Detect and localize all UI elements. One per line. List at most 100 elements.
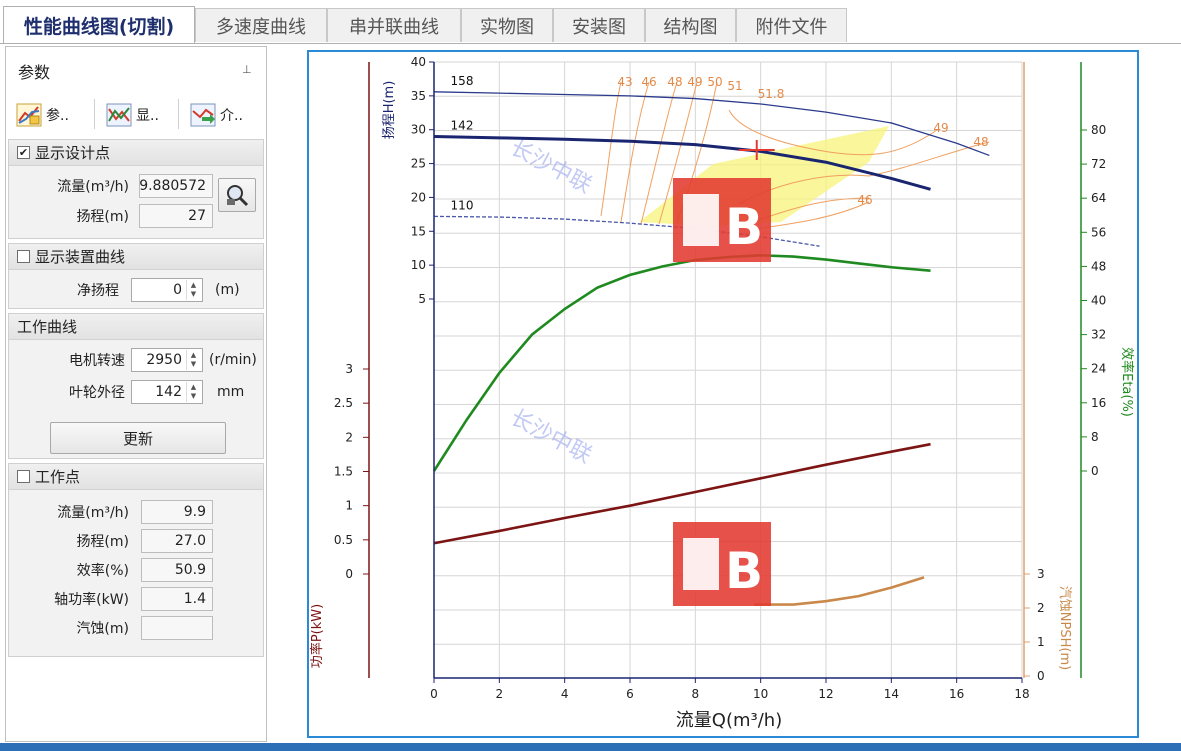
- work-flow-label: 流量(m³/h): [57, 505, 129, 521]
- tool-medium-button[interactable]: 介..: [190, 99, 243, 131]
- head-tick-label: 25: [411, 157, 426, 171]
- tool-parameter-button[interactable]: 参..: [16, 99, 69, 131]
- magnifier-button[interactable]: [218, 178, 256, 212]
- eta-tick-label: 0: [1091, 464, 1099, 478]
- parameter-panel: 参数 ⊥ 参.. 显.. 介.. ✔ 显示设计点 流量(m³/h) 9.8805…: [5, 46, 267, 742]
- eta-axis-title: 效率Eta(%): [1119, 347, 1135, 417]
- tab-installation-drawing[interactable]: 安装图: [553, 8, 645, 42]
- power-tick-label: 0.5: [334, 533, 353, 547]
- zlb-logo: B: [673, 522, 771, 606]
- iso-efficiency-line: [600, 81, 622, 217]
- head-curve-label: 110: [451, 198, 474, 212]
- iso-efficiency-label: 46: [641, 75, 656, 89]
- static-head-stepper[interactable]: 0 ▲ ▼: [131, 278, 203, 302]
- motor-speed-row: 电机转速 2950 ▲ ▼ (r/min): [13, 348, 257, 372]
- tab-performance-curve[interactable]: 性能曲线图(切割): [3, 6, 195, 44]
- device-curve-header[interactable]: 显示装置曲线: [9, 244, 263, 270]
- design-flow-value[interactable]: 9.880572: [139, 174, 213, 198]
- tool-display-button[interactable]: 显..: [106, 99, 159, 131]
- static-head-value: 0: [173, 282, 182, 298]
- power-tick-label: 1.5: [334, 465, 353, 479]
- design-point-header[interactable]: ✔ 显示设计点: [9, 140, 263, 166]
- watermark-text: 长沙中联: [506, 405, 595, 468]
- impeller-stepper[interactable]: 142 ▲ ▼: [131, 380, 203, 404]
- tool-label: 介..: [220, 108, 243, 124]
- x-tick-label: 6: [626, 687, 634, 701]
- device-curve-checkbox[interactable]: [17, 250, 30, 263]
- work-npsh-value: [141, 616, 213, 640]
- tab-label: 多速度曲线: [216, 16, 306, 38]
- panel-title: 参数: [18, 63, 51, 82]
- tab-underline: [0, 43, 1181, 44]
- tool-label: 参..: [46, 108, 69, 124]
- design-head-value[interactable]: 27: [139, 204, 213, 228]
- eta-tick-label: 32: [1091, 328, 1106, 342]
- device-curve-label: 显示装置曲线: [35, 248, 126, 266]
- update-button[interactable]: 更新: [50, 422, 226, 454]
- device-curve-group: 显示装置曲线 净扬程 0 ▲ ▼ (m): [8, 243, 264, 309]
- static-head-row: 净扬程 0 ▲ ▼ (m): [13, 278, 240, 302]
- motor-speed-label: 电机转速: [69, 353, 125, 369]
- work-point-checkbox[interactable]: [17, 470, 30, 483]
- design-point-group: ✔ 显示设计点 流量(m³/h) 9.880572 扬程(m) 27: [8, 139, 264, 239]
- x-tick-label: 12: [818, 687, 833, 701]
- iso-efficiency-label: 51.8: [758, 87, 785, 101]
- eta-tick-label: 80: [1091, 123, 1106, 137]
- x-tick-label: 18: [1014, 687, 1029, 701]
- work-curve-label: 工作曲线: [17, 318, 78, 336]
- zlb-logo: B: [673, 178, 771, 262]
- eta-tick-label: 16: [1091, 396, 1106, 410]
- chart-axes: 0 2 4 6 8 10 12 14 16 18流量Q(m³/h)510152025303540扬…: [309, 55, 1135, 731]
- x-tick-label: 16: [949, 687, 964, 701]
- x-tick-label: 4: [561, 687, 569, 701]
- tab-bar: 性能曲线图(切割) 多速度曲线 串并联曲线 实物图 安装图 结构图 附件文件: [0, 0, 1181, 44]
- npsh-tick-label: 2: [1037, 601, 1045, 615]
- tab-attachments[interactable]: 附件文件: [736, 8, 847, 42]
- tab-label: 实物图: [480, 16, 534, 38]
- tool-label: 显..: [136, 108, 159, 124]
- work-point-header[interactable]: 工作点: [9, 464, 263, 490]
- iso-efficiency-label: 50: [707, 75, 722, 89]
- x-tick-label: 8: [692, 687, 700, 701]
- tab-series-parallel-curve[interactable]: 串并联曲线: [327, 8, 461, 42]
- eta-tick-label: 48: [1091, 259, 1106, 273]
- pin-icon[interactable]: ⊥: [242, 63, 252, 76]
- x-tick-label: 10: [753, 687, 768, 701]
- iso-efficiency-label: 46: [857, 193, 872, 207]
- work-npsh-label: 汽蚀(m): [76, 621, 129, 637]
- motor-speed-stepper[interactable]: 2950 ▲ ▼: [131, 348, 203, 372]
- tab-structure-drawing[interactable]: 结构图: [645, 8, 736, 42]
- work-point-row: 流量(m³/h) 9.9: [13, 500, 213, 524]
- work-point-row: 轴功率(kW) 1.4: [13, 587, 213, 611]
- work-point-row: 效率(%) 50.9: [13, 558, 213, 582]
- npsh-tick-label: 3: [1037, 567, 1045, 581]
- logo-letter: B: [725, 198, 763, 256]
- spinner-arrows-icon[interactable]: ▲ ▼: [186, 280, 200, 300]
- x-tick-label: 0: [430, 687, 438, 701]
- head-curve-label: 142: [451, 118, 474, 132]
- design-point-checkbox[interactable]: ✔: [17, 146, 30, 159]
- head-axis-title: 扬程H(m): [382, 81, 397, 140]
- work-head-label: 扬程(m): [76, 534, 129, 550]
- design-flow-label: 流量(m³/h): [57, 179, 129, 195]
- tab-label: 附件文件: [755, 16, 828, 38]
- tab-product-photo[interactable]: 实物图: [461, 8, 553, 42]
- motor-speed-unit: (r/min): [209, 352, 257, 368]
- work-point-row: 扬程(m) 27.0: [13, 529, 213, 553]
- impeller-row: 叶轮外径 142 ▲ ▼ mm: [13, 380, 244, 404]
- spinner-arrows-icon[interactable]: ▲ ▼: [186, 350, 200, 370]
- work-head-value: 27.0: [141, 529, 213, 553]
- design-head-row: 扬程(m) 27: [13, 204, 213, 228]
- power-tick-label: 2: [345, 430, 353, 444]
- head-tick-label: 20: [411, 190, 426, 204]
- work-point-row: 汽蚀(m): [13, 616, 213, 640]
- tab-multi-speed-curve[interactable]: 多速度曲线: [195, 8, 327, 42]
- work-shaft-power-label: 轴功率(kW): [54, 592, 129, 608]
- impeller-label: 叶轮外径: [69, 385, 125, 401]
- performance-chart[interactable]: 长沙中联 长沙中联 43 46 48 49 50 5151.8494846 1581421…: [309, 52, 1137, 736]
- iso-efficiency-label: 48: [973, 135, 988, 149]
- npsh-tick-label: 0: [1037, 669, 1045, 683]
- iso-efficiency-label: 43: [617, 75, 632, 89]
- x-tick-label: 2: [496, 687, 504, 701]
- spinner-arrows-icon[interactable]: ▲ ▼: [186, 382, 200, 402]
